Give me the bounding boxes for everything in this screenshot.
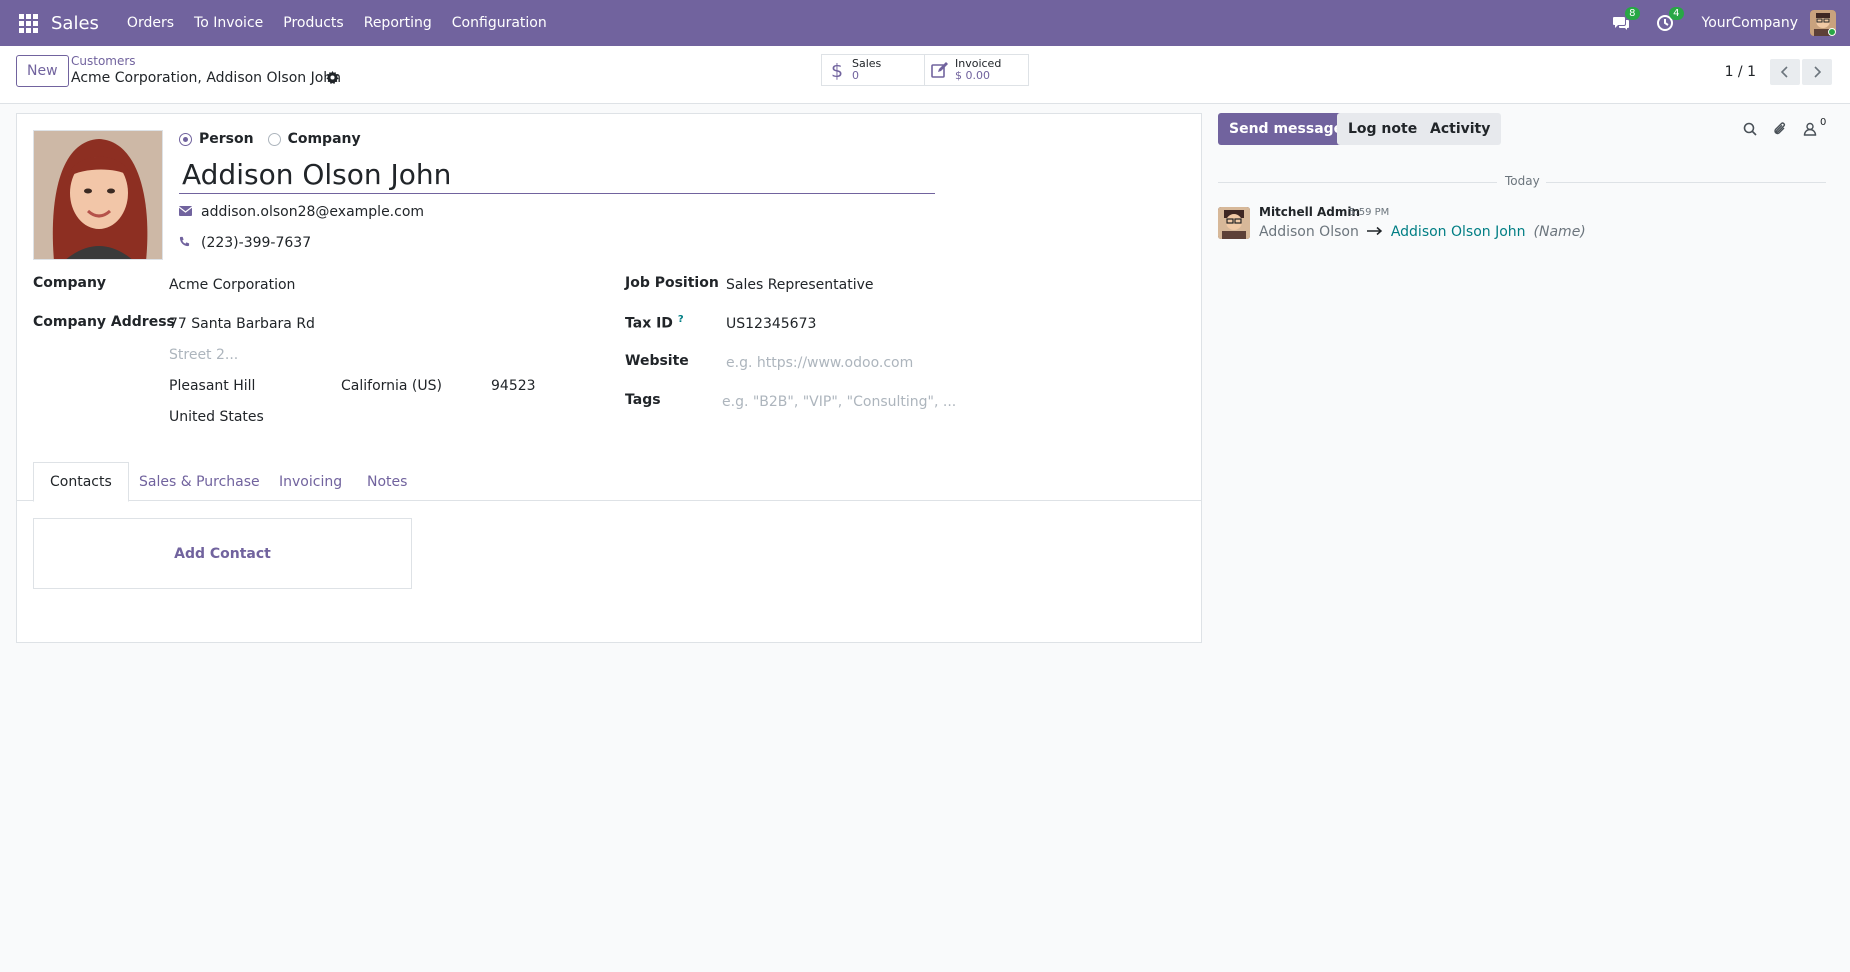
form-sheet: Person Company addison.olson28@example.c… bbox=[16, 113, 1202, 643]
menu-orders[interactable]: Orders bbox=[117, 15, 184, 31]
app-menu-icon[interactable] bbox=[17, 12, 39, 34]
country-field[interactable]: United States bbox=[169, 409, 264, 425]
zip-field[interactable]: 94523 bbox=[491, 378, 536, 394]
breadcrumb-current-record: Acme Corporation, Addison Olson John bbox=[71, 70, 342, 86]
top-navbar: Sales Orders To Invoice Products Reporti… bbox=[0, 0, 1850, 46]
chevron-left-icon bbox=[1781, 66, 1788, 78]
tax-id-help-icon[interactable]: ? bbox=[678, 314, 684, 325]
user-avatar[interactable] bbox=[1810, 10, 1836, 36]
pager-previous-button[interactable] bbox=[1770, 59, 1800, 85]
svg-text:$: $ bbox=[831, 60, 843, 80]
search-icon[interactable] bbox=[1740, 119, 1760, 139]
state-field[interactable]: California (US) bbox=[341, 378, 442, 394]
phone-icon bbox=[179, 235, 201, 251]
gear-icon[interactable] bbox=[326, 71, 339, 88]
contact-photo[interactable] bbox=[33, 130, 163, 260]
envelope-icon bbox=[178, 204, 201, 220]
dollar-icon: $ bbox=[822, 60, 852, 80]
add-contact-button[interactable]: Add Contact bbox=[33, 518, 412, 589]
sales-smart-button[interactable]: $ Sales 0 bbox=[821, 54, 925, 86]
navbar-systray: 8 4 YourCompany bbox=[1608, 0, 1850, 46]
website-label: Website bbox=[625, 353, 689, 369]
followers-count: 0 bbox=[1820, 117, 1827, 128]
followers-user-icon[interactable] bbox=[1800, 119, 1820, 139]
paperclip-icon[interactable] bbox=[1770, 119, 1790, 139]
sales-smart-value: 0 bbox=[852, 69, 859, 82]
log-note-button[interactable]: Log note bbox=[1337, 113, 1429, 145]
email-field[interactable]: addison.olson28@example.com bbox=[201, 204, 424, 220]
chevron-right-icon bbox=[1814, 66, 1821, 78]
email-row: addison.olson28@example.com bbox=[178, 204, 424, 220]
message-time: 5:59 PM bbox=[1349, 207, 1390, 218]
messages-icon[interactable]: 8 bbox=[1608, 7, 1640, 36]
radio-person[interactable]: Person bbox=[179, 131, 254, 147]
send-message-button[interactable]: Send message bbox=[1218, 113, 1355, 145]
date-separator: Today bbox=[1218, 174, 1826, 190]
company-address-label: Company Address bbox=[33, 314, 175, 330]
edit-invoice-icon bbox=[925, 62, 955, 78]
app-name[interactable]: Sales bbox=[51, 13, 99, 34]
pager: 1 / 1 bbox=[1725, 59, 1832, 85]
long-arrow-right-icon bbox=[1366, 224, 1383, 240]
tab-notes[interactable]: Notes bbox=[351, 462, 423, 501]
menu-configuration[interactable]: Configuration bbox=[442, 15, 557, 31]
website-field[interactable]: e.g. https://www.odoo.com bbox=[726, 355, 913, 371]
phone-row: (223)-399-7637 bbox=[179, 235, 311, 251]
city-field[interactable]: Pleasant Hill bbox=[169, 378, 255, 394]
job-position-label: Job Position bbox=[625, 275, 719, 291]
tracking-new-value: Addison Olson John bbox=[1390, 224, 1526, 240]
activities-badge: 4 bbox=[1669, 7, 1684, 20]
activities-clock-icon[interactable]: 4 bbox=[1652, 7, 1684, 36]
job-position-field[interactable]: Sales Representative bbox=[726, 277, 874, 293]
pager-next-button[interactable] bbox=[1802, 59, 1832, 85]
new-button[interactable]: New bbox=[16, 55, 69, 87]
pager-value[interactable]: 1 / 1 bbox=[1725, 64, 1756, 80]
street-field[interactable]: 77 Santa Barbara Rd bbox=[169, 316, 315, 332]
invoiced-smart-button[interactable]: Invoiced $ 0.00 bbox=[925, 54, 1029, 86]
invoiced-smart-value: $ 0.00 bbox=[955, 69, 990, 82]
tax-id-field[interactable]: US12345673 bbox=[726, 316, 816, 332]
company-switcher[interactable]: YourCompany bbox=[1702, 15, 1799, 31]
tax-id-label-text: Tax ID bbox=[625, 315, 673, 332]
menu-to-invoice[interactable]: To Invoice bbox=[184, 15, 273, 31]
tab-contacts[interactable]: Contacts bbox=[33, 462, 129, 502]
tracking-field-name: (Name) bbox=[1533, 224, 1586, 240]
tab-sales-purchase[interactable]: Sales & Purchase bbox=[123, 462, 276, 501]
radio-company-label: Company bbox=[287, 131, 361, 147]
company-label: Company bbox=[33, 275, 107, 291]
menu-reporting[interactable]: Reporting bbox=[354, 15, 442, 31]
online-status-dot bbox=[1828, 28, 1836, 36]
activity-button[interactable]: Activity bbox=[1419, 113, 1502, 145]
company-field[interactable]: Acme Corporation bbox=[169, 277, 295, 293]
radio-person-dot[interactable] bbox=[179, 132, 192, 146]
tags-label: Tags bbox=[625, 392, 661, 408]
date-separator-label: Today bbox=[1505, 174, 1540, 188]
radio-person-label: Person bbox=[199, 131, 254, 147]
radio-company[interactable]: Company bbox=[267, 131, 361, 147]
street2-field[interactable]: Street 2... bbox=[169, 347, 238, 363]
message-author[interactable]: Mitchell Admin bbox=[1259, 205, 1360, 219]
menu-products[interactable]: Products bbox=[273, 15, 353, 31]
tags-field[interactable]: e.g. "B2B", "VIP", "Consulting", ... bbox=[722, 394, 956, 410]
name-input[interactable] bbox=[179, 156, 935, 194]
tracking-old-value: Addison Olson bbox=[1259, 224, 1359, 240]
notebook-tabs: Contacts Sales & Purchase Invoicing Note… bbox=[17, 462, 1201, 502]
breadcrumb-customers[interactable]: Customers bbox=[71, 54, 136, 68]
message-author-avatar[interactable] bbox=[1218, 207, 1250, 239]
control-panel: New Customers Acme Corporation, Addison … bbox=[0, 46, 1850, 104]
smart-buttons: $ Sales 0 Invoiced $ 0.00 bbox=[821, 54, 1029, 86]
company-type-radio-group: Person Company bbox=[179, 131, 375, 147]
radio-company-dot[interactable] bbox=[267, 132, 281, 146]
tracking-message-body: Addison Olson Addison Olson John (Name) bbox=[1259, 224, 1586, 240]
tax-id-label: Tax ID ? bbox=[625, 314, 684, 332]
phone-field[interactable]: (223)-399-7637 bbox=[201, 235, 311, 251]
tab-invoicing[interactable]: Invoicing bbox=[263, 462, 358, 501]
messages-badge: 8 bbox=[1625, 7, 1640, 20]
